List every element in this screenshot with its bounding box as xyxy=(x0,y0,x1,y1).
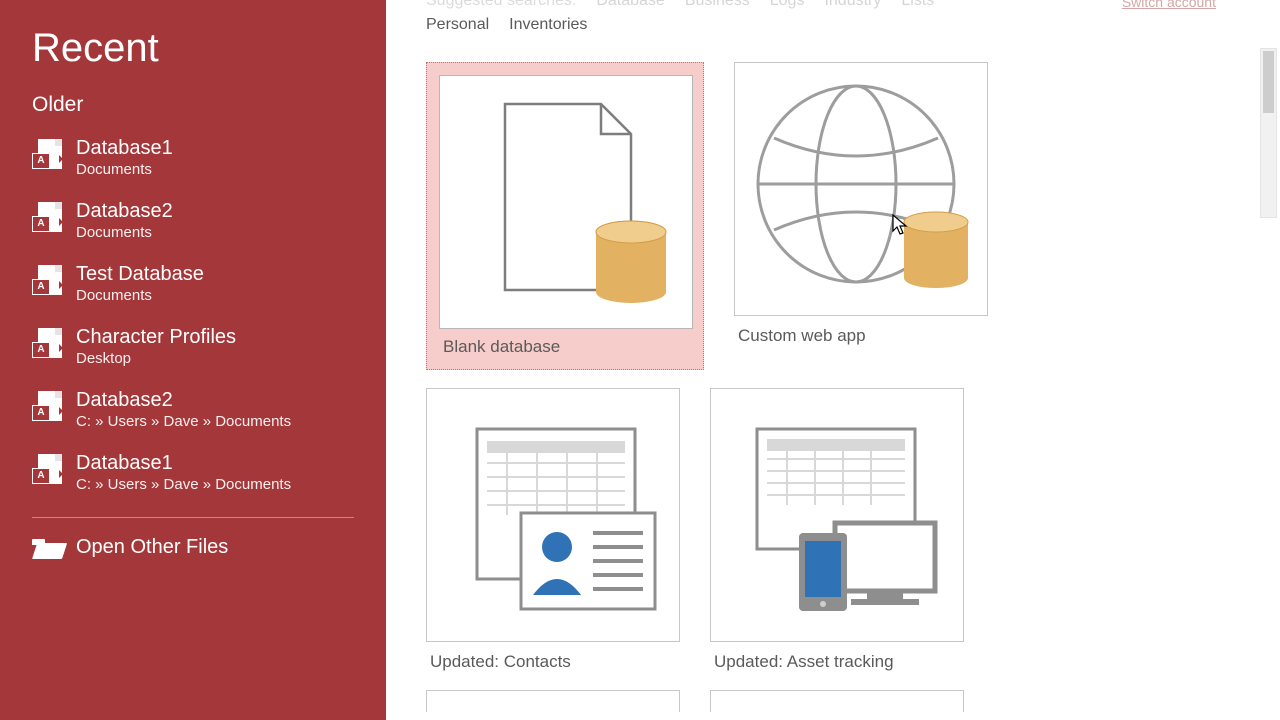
template-updated-contacts[interactable]: Updated: Contacts xyxy=(426,388,680,672)
sidebar: Recent Older Database1 Documents Databas… xyxy=(0,0,386,720)
access-file-icon xyxy=(32,139,62,173)
app-root: Recent Older Database1 Documents Databas… xyxy=(0,0,1280,720)
template-thumb xyxy=(710,690,964,712)
suggested-searches: Suggested searches: Database Business Lo… xyxy=(386,0,1256,34)
sidebar-divider xyxy=(32,517,354,518)
recent-file-name: Character Profiles xyxy=(76,326,236,348)
template-caption: Custom web app xyxy=(734,316,988,346)
access-file-icon xyxy=(32,202,62,236)
suggested-link[interactable]: Industry xyxy=(824,0,881,10)
recent-file-location: C: » Users » Dave » Documents xyxy=(76,413,291,430)
template-peek[interactable] xyxy=(426,690,680,712)
recent-file-name: Database1 xyxy=(76,137,173,159)
template-updated-asset-tracking[interactable]: Updated: Asset tracking xyxy=(710,388,964,672)
recent-file-location: Documents xyxy=(76,224,173,241)
suggested-link[interactable]: Inventories xyxy=(509,16,587,34)
recent-file[interactable]: Database2 Documents xyxy=(32,190,354,253)
access-file-icon xyxy=(32,265,62,299)
recent-file-location: Desktop xyxy=(76,350,236,367)
suggested-link[interactable]: Database xyxy=(596,0,665,10)
template-blank-database[interactable]: Blank database xyxy=(426,62,704,370)
custom-web-app-icon xyxy=(746,74,976,304)
recent-file-location: C: » Users » Dave » Documents xyxy=(76,476,291,493)
recent-file-location: Documents xyxy=(76,287,204,304)
open-other-files[interactable]: Open Other Files xyxy=(32,532,354,563)
contacts-icon xyxy=(443,405,663,625)
recent-file-name: Test Database xyxy=(76,263,204,285)
recent-file[interactable]: Database1 C: » Users » Dave » Documents xyxy=(32,442,354,505)
recent-file[interactable]: Database1 Documents xyxy=(32,127,354,190)
asset-tracking-icon xyxy=(727,405,947,625)
recent-file-name: Database2 xyxy=(76,389,291,411)
template-thumb xyxy=(426,388,680,642)
older-heading: Older xyxy=(32,93,354,117)
template-caption: Updated: Asset tracking xyxy=(710,642,964,672)
template-thumb xyxy=(426,690,680,712)
suggested-link[interactable]: Business xyxy=(685,0,750,10)
template-thumb xyxy=(439,75,693,329)
templates-panel: Switch account Suggested searches: Datab… xyxy=(386,0,1280,720)
recent-file-name: Database1 xyxy=(76,452,291,474)
template-thumb xyxy=(710,388,964,642)
recent-file[interactable]: Database2 C: » Users » Dave » Documents xyxy=(32,379,354,442)
vertical-scrollbar[interactable] xyxy=(1260,48,1277,218)
suggested-link[interactable]: Personal xyxy=(426,16,489,34)
recent-file[interactable]: Test Database Documents xyxy=(32,253,354,316)
template-peek[interactable] xyxy=(710,690,964,712)
recent-file[interactable]: Character Profiles Desktop xyxy=(32,316,354,379)
template-custom-web-app[interactable]: Custom web app xyxy=(734,62,988,370)
scrollbar-thumb[interactable] xyxy=(1263,51,1274,113)
access-file-icon xyxy=(32,454,62,488)
suggested-link[interactable]: Lists xyxy=(901,0,934,10)
recent-title: Recent xyxy=(32,26,354,71)
template-thumb xyxy=(734,62,988,316)
template-grid: Blank database xyxy=(386,34,1256,720)
recent-file-location: Documents xyxy=(76,161,173,178)
folder-open-icon xyxy=(32,537,62,559)
suggested-label: Suggested searches: xyxy=(426,0,576,10)
access-file-icon xyxy=(32,391,62,425)
template-caption: Updated: Contacts xyxy=(426,642,680,672)
suggested-link[interactable]: Logs xyxy=(770,0,805,10)
open-other-label: Open Other Files xyxy=(76,536,228,559)
blank-database-icon xyxy=(461,92,671,312)
recent-file-name: Database2 xyxy=(76,200,173,222)
template-caption: Blank database xyxy=(439,329,691,357)
access-file-icon xyxy=(32,328,62,362)
